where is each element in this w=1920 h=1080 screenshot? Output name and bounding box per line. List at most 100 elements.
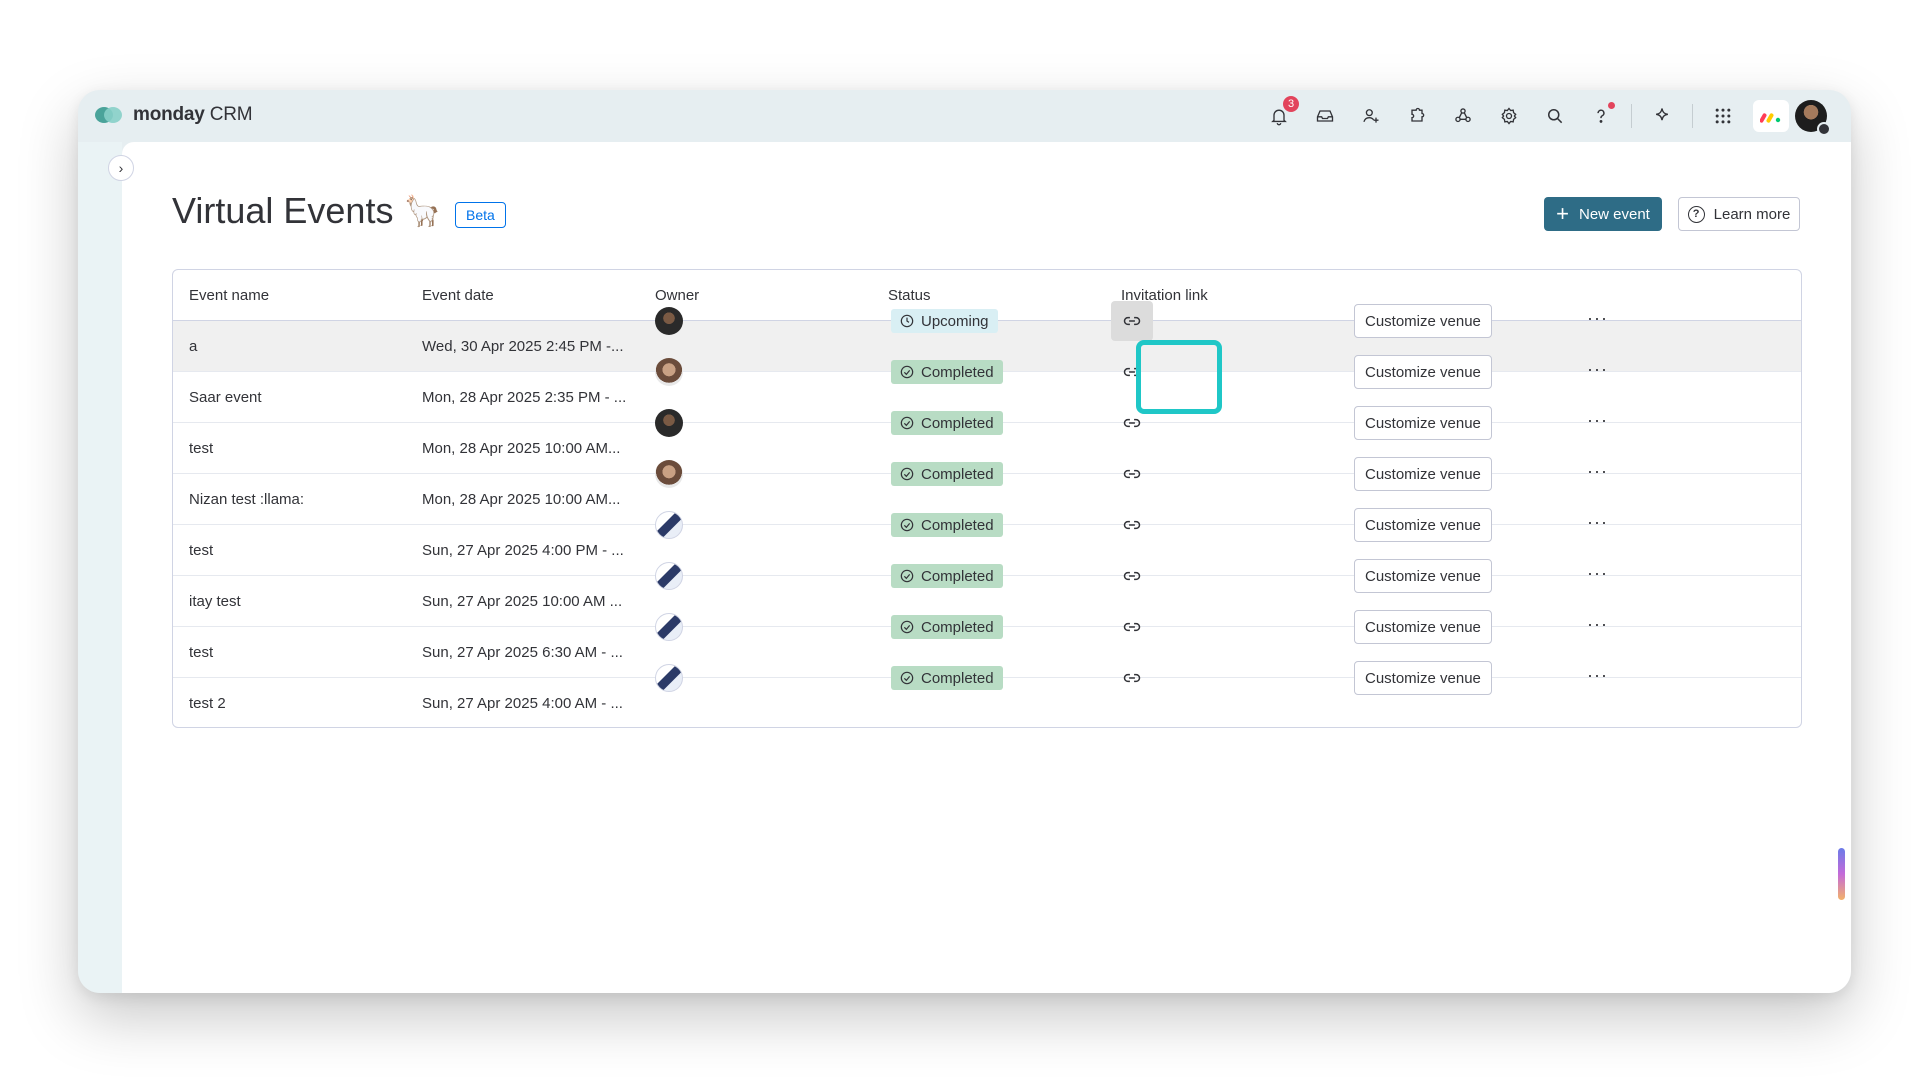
event-name[interactable]: test [189,542,213,559]
topbar-divider-2 [1692,104,1693,128]
owner-avatar[interactable] [655,460,683,488]
expand-sidebar-chevron-icon[interactable]: › [108,155,134,181]
copy-invitation-link-button[interactable] [1111,454,1153,494]
copy-invitation-link-button[interactable] [1111,607,1153,647]
customize-venue-button[interactable]: Customize venue [1354,661,1492,695]
owner-avatar[interactable] [655,613,683,641]
status-label: Completed [921,363,994,381]
event-name[interactable]: test [189,644,213,661]
app-grid-icon [1715,108,1731,124]
check-circle-icon [900,569,914,583]
owner-avatar[interactable] [655,664,683,692]
clock-icon [900,314,914,328]
check-circle-icon [900,518,914,532]
inbox-button[interactable] [1309,100,1341,132]
event-name[interactable]: test [189,440,213,457]
column-header-event-date[interactable]: Event date [422,287,494,304]
owner-avatar[interactable] [655,511,683,539]
column-header-owner[interactable]: Owner [655,287,699,304]
status-label: Completed [921,465,994,483]
table-row[interactable]: test 2 Sun, 27 Apr 2025 4:00 AM - ... Comp… [173,661,1801,727]
search-button[interactable] [1539,100,1571,132]
event-date: Sun, 27 Apr 2025 4:00 PM - ... [422,541,624,559]
column-header-event-name[interactable]: Event name [189,287,269,304]
customize-venue-button[interactable]: Customize venue [1354,610,1492,644]
beta-badge: Beta [455,202,506,228]
invite-members-button[interactable] [1355,100,1387,132]
inbox-icon [1316,110,1334,122]
user-avatar[interactable] [1795,100,1831,136]
learn-more-button[interactable]: ? Learn more [1678,197,1800,231]
event-name[interactable]: a [189,338,197,355]
customize-venue-button[interactable]: Customize venue [1354,406,1492,440]
status-label: Completed [921,618,994,636]
app-switcher-button[interactable] [1707,100,1739,132]
invite-member-icon [1363,109,1379,123]
column-header-status[interactable]: Status [888,287,931,304]
ai-assistant-button[interactable] [1646,100,1678,132]
row-more-options-button[interactable]: ··· [1587,410,1608,431]
app-name: monday CRM [133,104,253,125]
customize-venue-button[interactable]: Customize venue [1354,304,1492,338]
copy-invitation-link-button[interactable] [1111,505,1153,545]
copy-invitation-link-button[interactable] [1111,403,1153,443]
event-name[interactable]: test 2 [189,695,226,712]
check-circle-icon [900,620,914,634]
avatar-status-icon [1817,122,1831,136]
event-name[interactable]: Saar event [189,389,262,406]
monday-workspace-icon[interactable] [1753,100,1789,132]
help-button[interactable] [1585,100,1617,132]
status-badge: Completed [891,666,1003,690]
status-label: Completed [921,516,994,534]
row-more-options-button[interactable]: ··· [1587,359,1608,380]
ai-sparkle-icon [1656,108,1668,121]
customize-venue-button[interactable]: Customize venue [1354,559,1492,593]
row-more-options-button[interactable]: ··· [1587,308,1608,329]
help-alert-dot [1608,102,1615,109]
link-icon [1123,418,1141,428]
monday-logo-icon [95,105,123,125]
owner-avatar[interactable] [655,409,683,437]
customize-venue-button[interactable]: Customize venue [1354,457,1492,491]
status-label: Completed [921,414,994,432]
customize-venue-button[interactable]: Customize venue [1354,508,1492,542]
app-window: monday CRM 3 › Virtual Events 🦙 Beta + N… [78,90,1851,993]
scrollbar[interactable] [1838,848,1845,900]
copy-invitation-link-button[interactable] [1111,556,1153,596]
page-title-text: Virtual Events [172,190,394,231]
notification-count-badge: 3 [1283,96,1299,112]
row-more-options-button[interactable]: ··· [1587,614,1608,635]
link-icon [1123,673,1141,683]
status-label: Upcoming [921,312,989,330]
event-date: Wed, 30 Apr 2025 2:45 PM -... [422,337,624,355]
check-circle-icon [900,467,914,481]
event-date: Sun, 27 Apr 2025 4:00 AM - ... [422,695,623,712]
event-date: Mon, 28 Apr 2025 2:35 PM - ... [422,388,627,406]
owner-avatar[interactable] [655,358,683,386]
page-title: Virtual Events 🦙 [172,190,441,232]
event-name[interactable]: Nizan test :llama: [189,491,304,508]
integrations-button[interactable] [1447,100,1479,132]
owner-avatar[interactable] [655,307,683,335]
notifications-button[interactable]: 3 [1263,96,1299,132]
owner-avatar[interactable] [655,562,683,590]
new-event-button[interactable]: + New event [1544,197,1662,231]
status-badge: Completed [891,360,1003,384]
apps-button[interactable] [1401,100,1433,132]
app-logo[interactable]: monday CRM [95,104,253,126]
row-more-options-button[interactable]: ··· [1587,563,1608,584]
event-date: Sun, 27 Apr 2025 6:30 AM - ... [422,643,623,661]
customize-venue-button[interactable]: Customize venue [1354,355,1492,389]
event-name[interactable]: itay test [189,593,241,610]
row-more-options-button[interactable]: ··· [1587,512,1608,533]
row-more-options-button[interactable]: ··· [1587,461,1608,482]
status-badge: Completed [891,564,1003,588]
settings-button[interactable] [1493,100,1525,132]
copy-invitation-link-button[interactable] [1111,352,1153,392]
status-badge: Upcoming [891,309,998,333]
check-circle-icon [900,671,914,685]
llama-emoji-icon: 🦙 [403,194,441,228]
copy-invitation-link-button[interactable] [1111,301,1153,341]
copy-invitation-link-button[interactable] [1111,658,1153,698]
row-more-options-button[interactable]: ··· [1587,665,1608,686]
